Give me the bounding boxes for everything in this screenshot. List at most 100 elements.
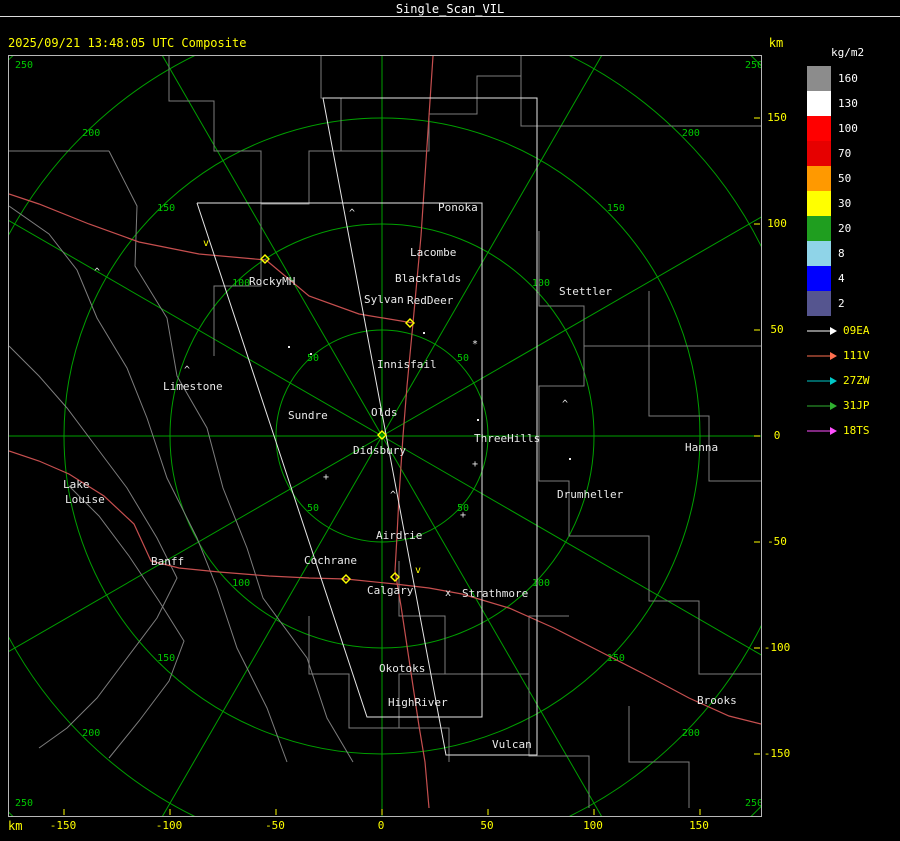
x-axis-tick-label: 100 [583,819,603,832]
radar-site-id: 18TS [843,424,870,437]
colorbar-swatch [807,141,831,166]
place-label: Vulcan [492,738,532,751]
colorbar-unit-label: kg/m2 [831,46,865,59]
scan-area-outline [322,97,538,756]
colorbar-entry: 20 [807,216,858,241]
x-axis-tick-label: -50 [265,819,285,832]
colorbar-entry: 70 [807,141,858,166]
colorbar-entry: 4 [807,266,858,291]
range-ring-label: 100 [532,578,550,589]
map-marker-icon: v [415,565,421,576]
y-axis-unit-label: km [768,36,784,50]
range-ring-label: 150 [607,203,625,214]
county-boundary [569,535,761,675]
colorbar-swatch [807,66,831,91]
x-axis-tick-label: 0 [377,819,385,832]
radar-arrow-icon [807,426,837,435]
map-marker-icon: x [445,588,451,599]
place-label: Cochrane [304,554,357,567]
radar-arrow-icon [807,401,837,410]
map-marker-icon: + [460,510,466,521]
y-axis-tick-label: -50 [767,535,787,548]
map-marker-icon: ^ [94,267,100,278]
radar-site-id: 111V [843,349,870,362]
place-label: RedDeer [407,294,454,307]
timestamp-label: 2025/09/21 13:48:05 UTC Composite [8,36,247,50]
radar-site-entry: 111V [806,343,870,368]
range-ring-label: 150 [157,653,175,664]
range-ring-label: 250 [15,798,33,809]
range-ring-label: 100 [232,278,250,289]
colorbar-entries: 160 130 100 70 50 30 20 8 4 2 [807,66,858,316]
range-ring-label: 50 [307,503,319,514]
colorbar-swatch [807,116,831,141]
colorbar-swatch [807,216,831,241]
x-axis-labels: -150 -100 -50 0 50 100 150 [8,819,760,835]
colorbar-entry: 130 [807,91,858,116]
radar-arrow-icon [807,376,837,385]
radar-arrow-icon [807,351,837,360]
place-label: Lake [63,478,90,491]
place-label: Calgary [367,584,414,597]
place-label: Stettler [559,285,612,298]
town-dot-icon [423,332,425,334]
map-marker-icon: ^ [390,490,396,501]
highway-line [265,259,414,324]
county-boundary [520,56,761,127]
range-ring-label: 250 [15,60,33,71]
town-dot-icon [477,419,479,421]
county-boundary [9,345,178,749]
colorbar-entry: 2 [807,291,858,316]
radar-site-id: 27ZW [843,374,870,387]
colorbar-value-label: 20 [838,222,852,235]
colorbar-value-label: 100 [838,122,858,135]
place-label: Innisfail [377,358,437,371]
radar-site-id: 09EA [843,324,870,337]
place-label: Sylvan [364,293,404,306]
colorbar-value-label: 70 [838,147,852,160]
colorbar-swatch [807,191,831,216]
range-ring-label: 200 [682,728,700,739]
colorbar-entry: 160 [807,66,858,91]
colorbar-value-label: 8 [838,247,845,260]
map-marker-icon: * [472,339,478,350]
x-axis-tick-label: -100 [155,819,183,832]
map-marker-icon: + [323,472,329,483]
range-ring-label: 200 [82,128,100,139]
colorbar-swatch [807,166,831,191]
place-label: Didsbury [353,444,406,457]
window-title: Single_Scan_VIL [395,2,505,16]
place-label: Limestone [163,380,223,393]
map-marker-icon: ^ [562,399,568,410]
place-label: Lacombe [410,246,456,259]
place-label: Okotoks [379,662,425,675]
highway-line [9,193,267,261]
place-label: Sundre [288,409,328,422]
place-label: Brooks [697,694,737,707]
y-axis-tick-label: 50 [770,323,784,336]
map-canvas[interactable]: 50 50 50 50 100 100 100 100 150 150 150 150 200 200 20… [8,55,762,817]
colorbar-value-label: 50 [838,172,852,185]
radar-site-id: 31JP [843,399,870,412]
place-label: Olds [371,406,398,419]
county-boundary [445,615,569,675]
radar-site-entry: 09EA [806,318,870,343]
colorbar-value-label: 2 [838,297,845,310]
place-label: Louise [65,493,105,506]
map-marker-icon: + [472,459,478,470]
range-ring-label: 50 [457,353,469,364]
range-ring-label: 100 [532,278,550,289]
town-dot-icon [288,346,290,348]
range-ring-label: 200 [82,728,100,739]
map-svg[interactable]: 5050505010010010010015015015015020020020… [9,56,761,816]
county-boundary [9,205,288,763]
map-marker-icon: ^ [349,208,355,219]
place-label: Airdrie [376,529,422,542]
colorbar-value-label: 160 [838,72,858,85]
place-label: HighRiver [388,696,448,709]
county-boundary [68,485,185,759]
place-label: Drumheller [557,488,624,501]
x-axis-unit-label: km [8,819,23,833]
x-axis-tick-label: 150 [689,819,709,832]
radar-site-entry: 27ZW [806,368,870,393]
